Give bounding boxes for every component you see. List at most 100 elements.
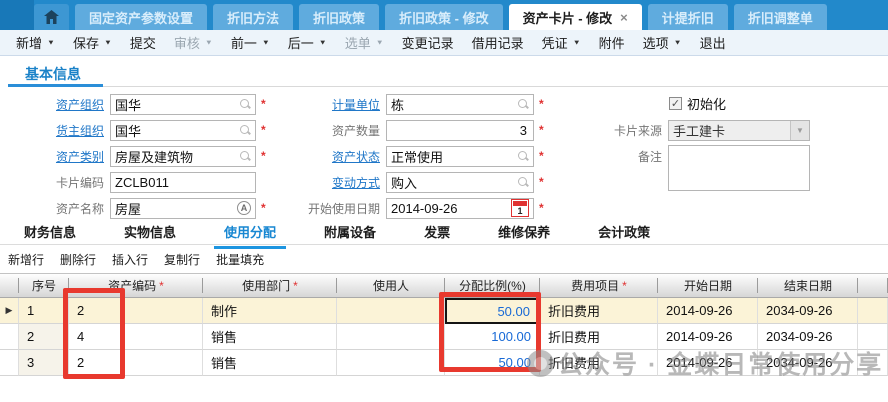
cell-start-date[interactable]: 2014-09-26 — [658, 324, 758, 350]
batch-fill-button[interactable]: 批量填充 — [216, 251, 264, 268]
delete-row-button[interactable]: 删除行 — [60, 251, 96, 268]
search-icon[interactable] — [239, 124, 251, 136]
header-start-date[interactable]: 开始日期 — [658, 274, 758, 297]
cell-seq[interactable]: 1 — [19, 298, 69, 324]
change-mode-label[interactable]: 变动方式 — [302, 174, 380, 191]
row-selector[interactable] — [0, 350, 19, 376]
table-row[interactable]: 2 4 销售 100.00 折旧费用 2014-09-26 2034-09-26 — [0, 324, 888, 350]
borrow-record-button[interactable]: 借用记录 — [466, 31, 530, 54]
asset-name-input[interactable]: 房屋A — [110, 198, 256, 219]
header-user[interactable]: 使用人 — [337, 274, 445, 297]
header-seq[interactable]: 序号 — [19, 274, 69, 297]
chevron-down-icon[interactable]: ▼ — [262, 39, 270, 47]
change-mode-input[interactable]: 购入 — [386, 172, 534, 193]
measure-unit-input[interactable]: 栋 — [386, 94, 534, 115]
home-tab[interactable] — [34, 4, 69, 30]
search-icon[interactable] — [517, 150, 529, 162]
tab-depreciation-policy-edit[interactable]: 折旧政策 - 修改 — [385, 4, 503, 30]
asset-category-label[interactable]: 资产类别 — [8, 148, 104, 165]
cell-alloc-ratio-editing[interactable]: 50.00 — [445, 298, 540, 324]
search-icon[interactable] — [517, 98, 529, 110]
cell-use-dept[interactable]: 销售 — [203, 350, 337, 376]
table-row[interactable]: ▶ 1 2 制作 50.00 折旧费用 2014-09-26 2034-09-2… — [0, 298, 888, 324]
owner-org-input[interactable]: 国华 — [110, 120, 256, 141]
cell-alloc-ratio[interactable]: 50.00 — [445, 350, 540, 376]
asset-category-input[interactable]: 房屋及建筑物 — [110, 146, 256, 167]
tab-invoice[interactable]: 发票 — [420, 218, 454, 245]
asset-status-label[interactable]: 资产状态 — [302, 148, 380, 165]
copy-row-button[interactable]: 复制行 — [164, 251, 200, 268]
cell-start-date[interactable]: 2014-09-26 — [658, 298, 758, 324]
tab-finance-info[interactable]: 财务信息 — [20, 218, 80, 245]
calendar-icon[interactable]: 1 — [511, 199, 529, 217]
remark-textarea[interactable] — [668, 145, 810, 191]
save-button[interactable]: 保存▼ — [67, 31, 118, 54]
asset-org-input[interactable]: 国华 — [110, 94, 256, 115]
tab-accounting-policy[interactable]: 会计政策 — [594, 218, 654, 245]
asset-quantity-input[interactable]: 3 — [386, 120, 534, 141]
attachment-button[interactable]: 附件 — [593, 31, 631, 54]
header-expense-item[interactable]: 费用项目* — [540, 274, 658, 297]
row-selector[interactable] — [0, 324, 19, 350]
cell-end-date[interactable]: 2034-09-26 — [758, 298, 858, 324]
header-alloc-ratio[interactable]: 分配比例(%) — [445, 274, 540, 297]
cell-use-dept[interactable]: 销售 — [203, 324, 337, 350]
cell-seq[interactable]: 2 — [19, 324, 69, 350]
chevron-down-icon[interactable]: ▼ — [104, 39, 112, 47]
start-use-date-input[interactable]: 2014-09-26 1 — [386, 198, 534, 219]
circle-a-icon[interactable]: A — [237, 201, 251, 215]
cell-expense-item[interactable]: 折旧费用 — [540, 298, 658, 324]
asset-status-input[interactable]: 正常使用 — [386, 146, 534, 167]
tab-depreciation-adjust[interactable]: 折旧调整单 — [734, 4, 827, 30]
card-code-input[interactable]: ZCLB011 — [110, 172, 256, 193]
add-row-button[interactable]: 新增行 — [8, 251, 44, 268]
row-pointer-icon[interactable]: ▶ — [0, 298, 19, 324]
tab-fixed-asset-params[interactable]: 固定资产参数设置 — [75, 4, 207, 30]
search-icon[interactable] — [239, 98, 251, 110]
owner-org-label[interactable]: 货主组织 — [8, 122, 104, 139]
exit-button[interactable]: 退出 — [694, 31, 732, 54]
cell-end-date[interactable]: 2034-09-26 — [758, 350, 858, 376]
tab-accrue-depreciation[interactable]: 计提折旧 — [648, 4, 728, 30]
header-use-dept[interactable]: 使用部门* — [203, 274, 337, 297]
cell-asset-code[interactable]: 2 — [69, 298, 203, 324]
measure-unit-label[interactable]: 计量单位 — [302, 96, 380, 113]
tab-maintenance[interactable]: 维修保养 — [494, 218, 554, 245]
tab-attached-equipment[interactable]: 附属设备 — [320, 218, 380, 245]
cell-seq[interactable]: 3 — [19, 350, 69, 376]
cell-start-date[interactable]: 2014-09-26 — [658, 350, 758, 376]
options-button[interactable]: 选项▼ — [637, 31, 688, 54]
search-icon[interactable] — [517, 176, 529, 188]
cell-asset-code[interactable]: 2 — [69, 350, 203, 376]
tab-usage-allocation[interactable]: 使用分配 — [220, 218, 280, 245]
cell-expense-item[interactable]: 折旧费用 — [540, 350, 658, 376]
chevron-down-icon[interactable]: ▼ — [319, 39, 327, 47]
cell-user[interactable] — [337, 350, 445, 376]
tab-depreciation-policy[interactable]: 折旧政策 — [299, 4, 379, 30]
change-record-button[interactable]: 变更记录 — [396, 31, 460, 54]
header-asset-code[interactable]: 资产编码* — [69, 274, 203, 297]
asset-org-label[interactable]: 资产组织 — [8, 96, 104, 113]
next-button[interactable]: 后一▼ — [282, 31, 333, 54]
close-icon[interactable]: × — [620, 10, 628, 25]
cell-user[interactable] — [337, 324, 445, 350]
header-end-date[interactable]: 结束日期 — [758, 274, 858, 297]
previous-button[interactable]: 前一▼ — [225, 31, 276, 54]
chevron-down-icon[interactable]: ▼ — [573, 39, 581, 47]
cell-alloc-ratio[interactable]: 100.00 — [445, 324, 540, 350]
tab-physical-info[interactable]: 实物信息 — [120, 218, 180, 245]
cell-end-date[interactable]: 2034-09-26 — [758, 324, 858, 350]
insert-row-button[interactable]: 插入行 — [112, 251, 148, 268]
chevron-down-icon[interactable]: ▼ — [674, 39, 682, 47]
chevron-down-icon[interactable]: ▼ — [47, 39, 55, 47]
tab-depreciation-method[interactable]: 折旧方法 — [213, 4, 293, 30]
voucher-button[interactable]: 凭证▼ — [536, 31, 587, 54]
cell-asset-code[interactable]: 4 — [69, 324, 203, 350]
add-button[interactable]: 新增▼ — [10, 31, 61, 54]
cell-user[interactable] — [337, 298, 445, 324]
init-checkbox[interactable]: ✓ — [669, 97, 682, 110]
search-icon[interactable] — [239, 150, 251, 162]
tab-asset-card-edit[interactable]: 资产卡片 - 修改 × — [509, 4, 642, 30]
submit-button[interactable]: 提交 — [124, 31, 162, 54]
cell-expense-item[interactable]: 折旧费用 — [540, 324, 658, 350]
